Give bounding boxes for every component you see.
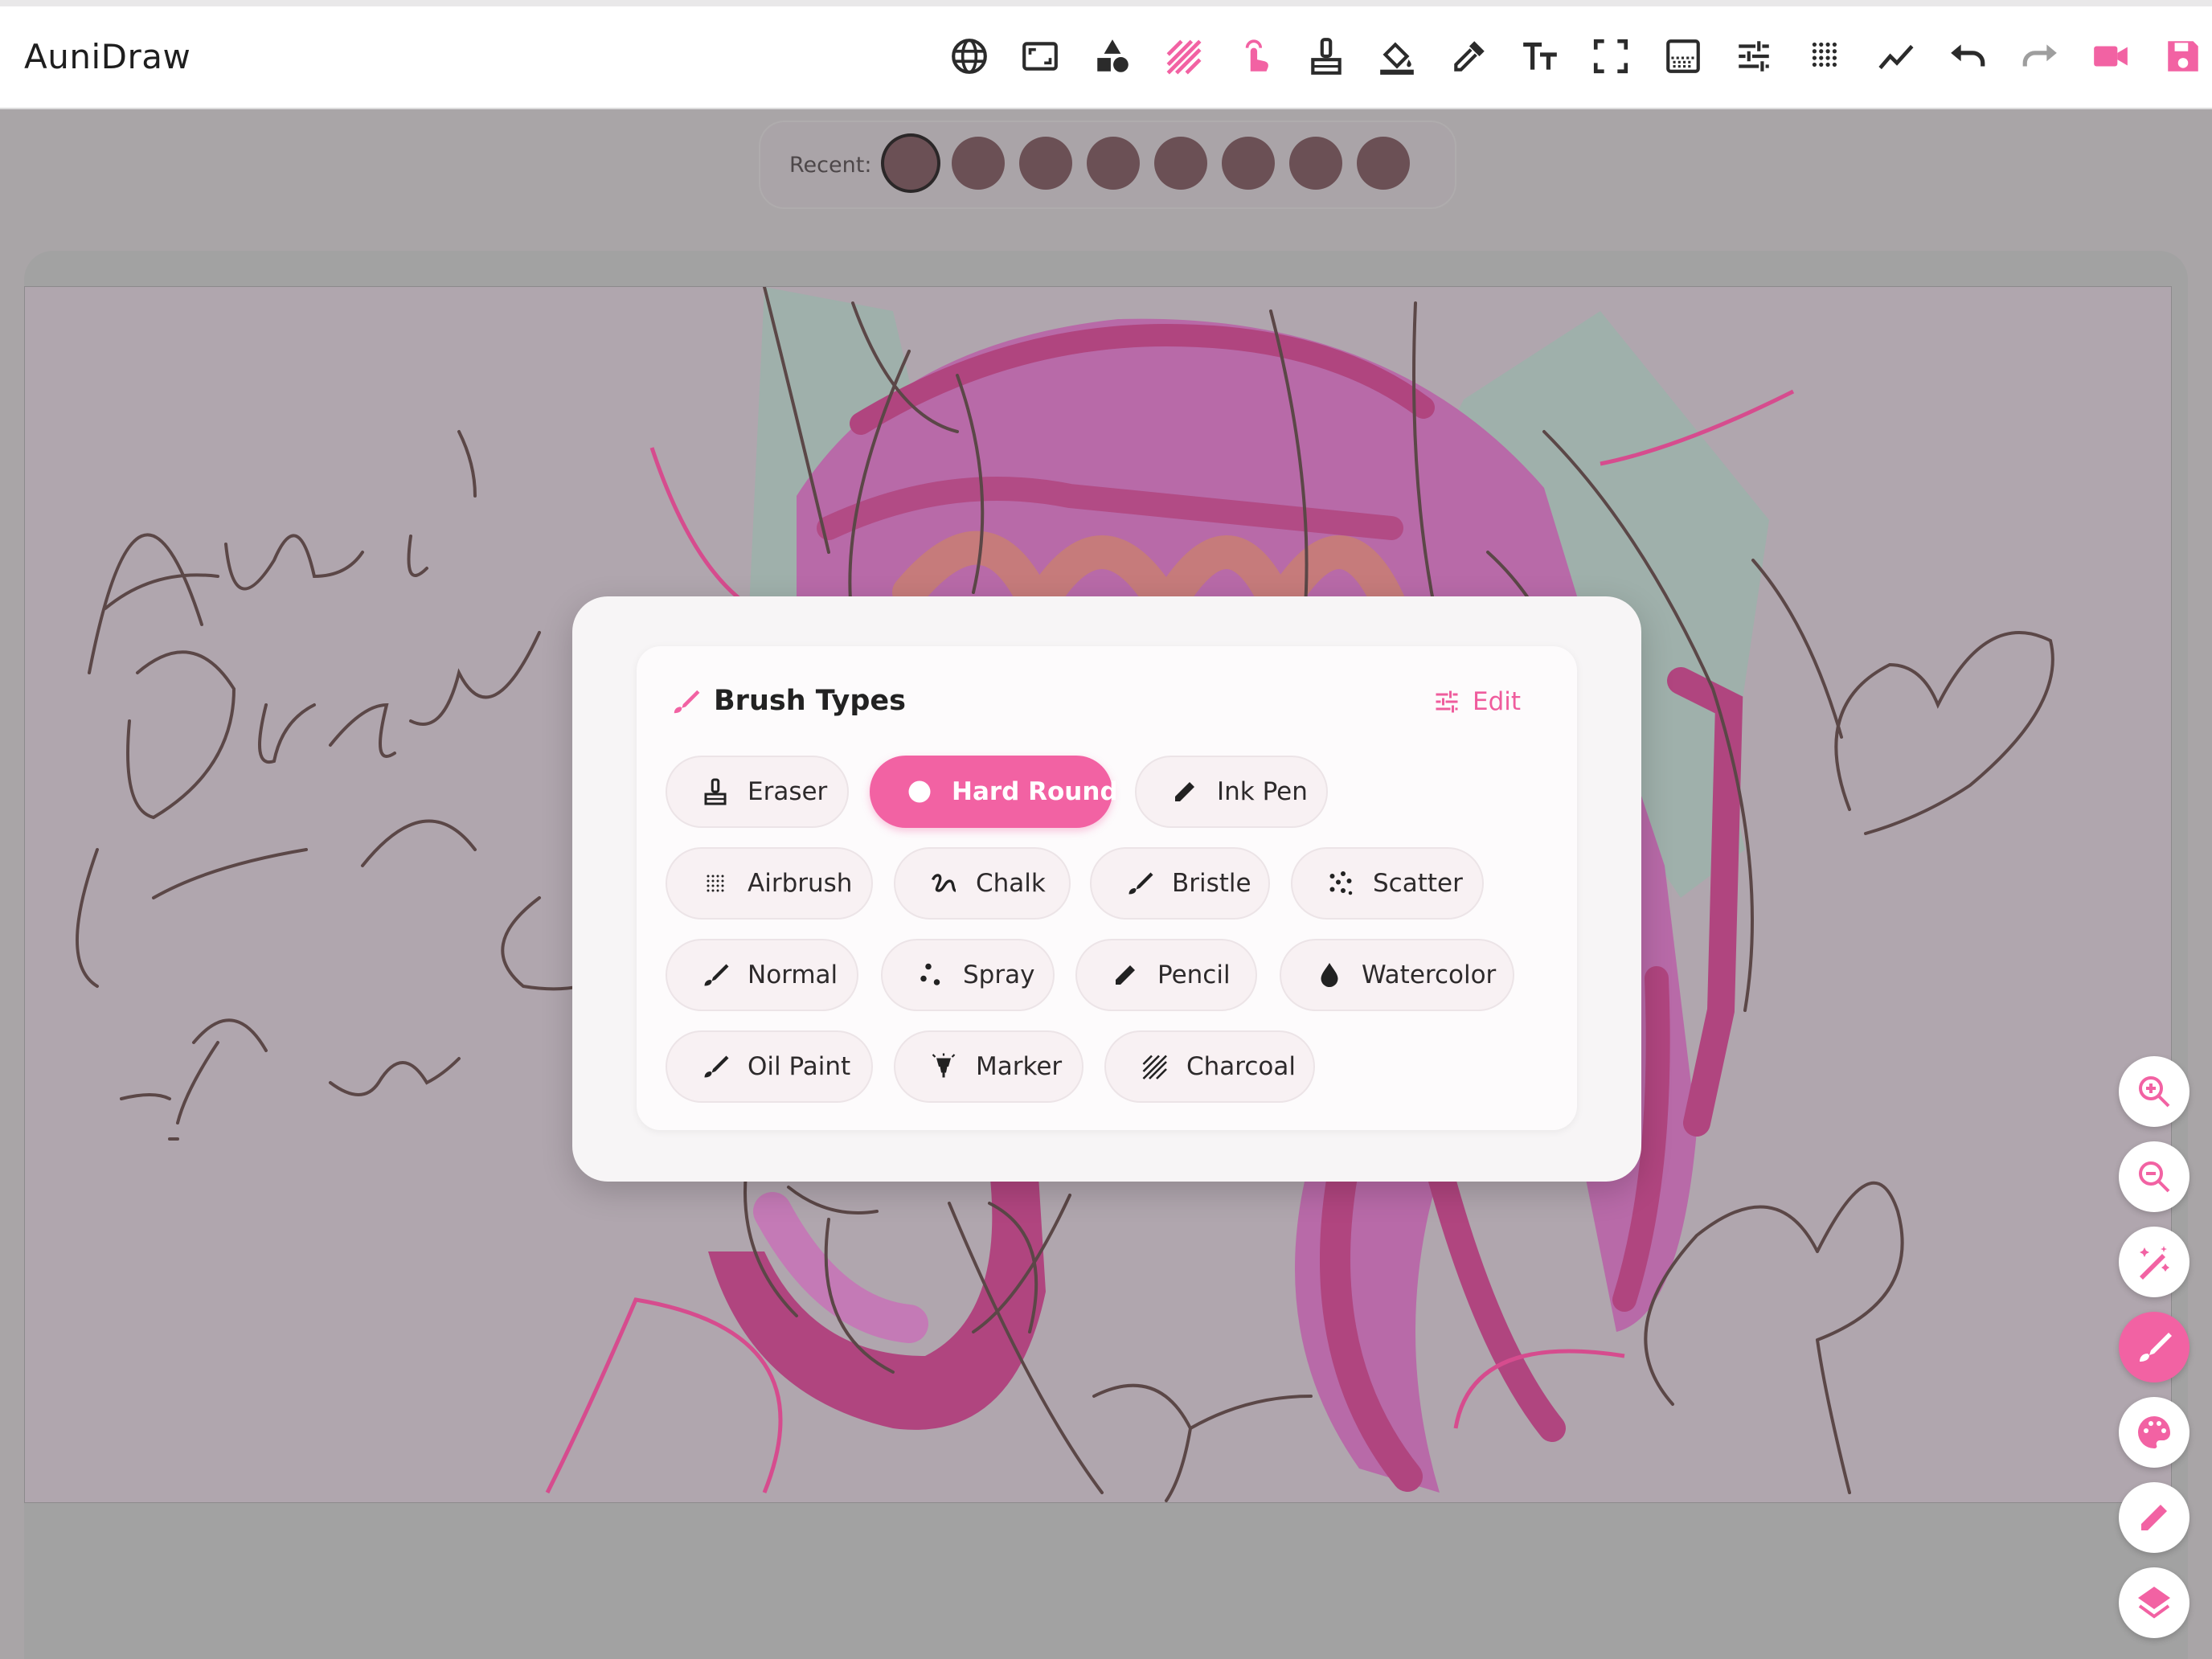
recent-swatch[interactable] bbox=[1019, 137, 1072, 190]
brush-chip-label: Airbrush bbox=[748, 869, 853, 898]
brush-chip-watercolor[interactable]: Watercolor bbox=[1280, 939, 1514, 1011]
zoom-out-icon bbox=[2139, 1161, 2170, 1193]
brush-chip-label: Chalk bbox=[976, 869, 1046, 898]
layers-button[interactable] bbox=[2119, 1567, 2189, 1638]
recent-swatch[interactable] bbox=[1154, 137, 1207, 190]
shapes-icon[interactable] bbox=[1087, 31, 1138, 82]
brush-chip-ink-pen[interactable]: Ink Pen bbox=[1135, 756, 1328, 828]
brush-chip-charcoal[interactable]: Charcoal bbox=[1104, 1030, 1315, 1103]
recent-swatch[interactable] bbox=[1289, 137, 1342, 190]
recent-swatch[interactable] bbox=[1222, 137, 1275, 190]
zoom-in-button[interactable] bbox=[2119, 1056, 2189, 1127]
brush-chip-bristle[interactable]: Bristle bbox=[1090, 847, 1270, 920]
brush-chip-label: Scatter bbox=[1373, 869, 1463, 898]
fullscreen-icon[interactable] bbox=[1585, 31, 1636, 82]
brush-chip-label: Pencil bbox=[1157, 961, 1231, 989]
record-video-icon[interactable] bbox=[2085, 31, 2136, 82]
recent-swatch[interactable] bbox=[952, 137, 1005, 190]
brush-chip-marker[interactable]: Marker bbox=[894, 1030, 1083, 1103]
brush-chip-eraser[interactable]: Eraser bbox=[666, 756, 849, 828]
brush-icon bbox=[2140, 1333, 2172, 1362]
brush-types-panel: Brush Types Edit Eraser Hard Round Ink P… bbox=[637, 646, 1577, 1130]
brush-icon bbox=[704, 1055, 729, 1078]
brush-chip-oil-paint[interactable]: Oil Paint bbox=[666, 1030, 873, 1103]
brush-chip-chalk[interactable]: Chalk bbox=[894, 847, 1071, 920]
recent-label: Recent: bbox=[789, 153, 872, 178]
magic-wand-button[interactable] bbox=[2119, 1227, 2189, 1297]
circle-icon bbox=[908, 780, 931, 803]
drop-icon bbox=[1321, 963, 1338, 987]
undo-icon[interactable] bbox=[1942, 31, 1993, 82]
airbrush-dots-icon bbox=[707, 875, 724, 892]
window-top-strip bbox=[0, 0, 2212, 6]
canvas-size-icon[interactable] bbox=[1014, 31, 1066, 82]
brush-types-dialog: Brush Types Edit Eraser Hard Round Ink P… bbox=[572, 596, 1641, 1182]
app-title: AuniDraw bbox=[24, 37, 191, 76]
hatch-icon bbox=[1142, 1055, 1167, 1079]
zoom-out-button[interactable] bbox=[2119, 1141, 2189, 1212]
eraser-brush-icon[interactable] bbox=[1301, 31, 1352, 82]
zoom-in-icon bbox=[2139, 1076, 2170, 1108]
language-globe-icon[interactable] bbox=[944, 31, 995, 82]
brush-chip-label: Bristle bbox=[1172, 869, 1251, 898]
spray-dots-icon bbox=[920, 963, 940, 985]
pen-icon bbox=[1175, 782, 1194, 801]
edit-label: Edit bbox=[1473, 687, 1522, 716]
adjustments-icon[interactable] bbox=[1728, 31, 1780, 82]
recent-swatch[interactable] bbox=[1087, 137, 1140, 190]
brush-chip-scatter[interactable]: Scatter bbox=[1291, 847, 1484, 920]
text-size-icon[interactable] bbox=[1514, 31, 1566, 82]
brush-chip-label: Ink Pen bbox=[1217, 777, 1308, 806]
pencil-button[interactable] bbox=[2119, 1482, 2189, 1553]
brush-types-title: Brush Types bbox=[714, 685, 906, 717]
magic-wand-icon bbox=[2140, 1246, 2169, 1280]
brush-icon bbox=[704, 964, 729, 986]
halftone-dots-icon[interactable] bbox=[1800, 31, 1852, 82]
eraser-icon bbox=[704, 778, 727, 805]
brush-chip-label: Spray bbox=[963, 961, 1035, 989]
tune-icon bbox=[1436, 690, 1458, 713]
palette-icon bbox=[2138, 1416, 2170, 1448]
texture-hatch-icon[interactable] bbox=[1157, 31, 1209, 82]
recent-colors-bar: Recent: bbox=[760, 122, 1455, 207]
layers-icon bbox=[2138, 1587, 2170, 1619]
pencil-icon bbox=[2141, 1505, 2167, 1530]
brush-chip-normal[interactable]: Normal bbox=[666, 939, 858, 1011]
marker-icon bbox=[932, 1053, 956, 1078]
scatter-icon bbox=[1329, 871, 1353, 895]
squiggle-icon bbox=[931, 874, 956, 892]
recent-swatch[interactable] bbox=[1357, 137, 1410, 190]
brush-chip-spray[interactable]: Spray bbox=[881, 939, 1055, 1011]
brush-chip-airbrush[interactable]: Airbrush bbox=[666, 847, 873, 920]
brush-chip-label: Marker bbox=[976, 1052, 1063, 1081]
brush-chip-label: Charcoal bbox=[1186, 1052, 1296, 1081]
edit-brushes-button[interactable]: Edit bbox=[1432, 682, 1521, 722]
brush-chip-hard-round[interactable]: Hard Round bbox=[870, 756, 1118, 828]
brush-icon bbox=[1129, 872, 1153, 895]
fill-bucket-icon[interactable] bbox=[1371, 31, 1423, 82]
touch-draw-icon[interactable] bbox=[1230, 31, 1281, 82]
recent-swatch[interactable] bbox=[884, 137, 937, 190]
brush-icon bbox=[674, 690, 700, 714]
brush-chip-label: Watercolor bbox=[1362, 961, 1497, 989]
brush-chip-pencil[interactable]: Pencil bbox=[1075, 939, 1257, 1011]
brush-chip-label: Hard Round bbox=[952, 777, 1118, 806]
save-icon[interactable] bbox=[2157, 31, 2209, 82]
brush-chip-label: Oil Paint bbox=[748, 1052, 851, 1081]
pencil-icon bbox=[1116, 965, 1135, 985]
brush-chip-label: Normal bbox=[748, 961, 838, 989]
eyedropper-icon[interactable] bbox=[1444, 31, 1495, 82]
stroke-line-icon[interactable] bbox=[1871, 31, 1923, 82]
brush-tool-button[interactable] bbox=[2119, 1312, 2189, 1382]
redo-icon[interactable] bbox=[2014, 31, 2066, 82]
brush-chip-label: Eraser bbox=[748, 777, 828, 806]
palette-button[interactable] bbox=[2119, 1397, 2189, 1468]
gradient-icon[interactable] bbox=[1657, 31, 1709, 82]
app-bar: AuniDraw bbox=[0, 6, 2212, 109]
